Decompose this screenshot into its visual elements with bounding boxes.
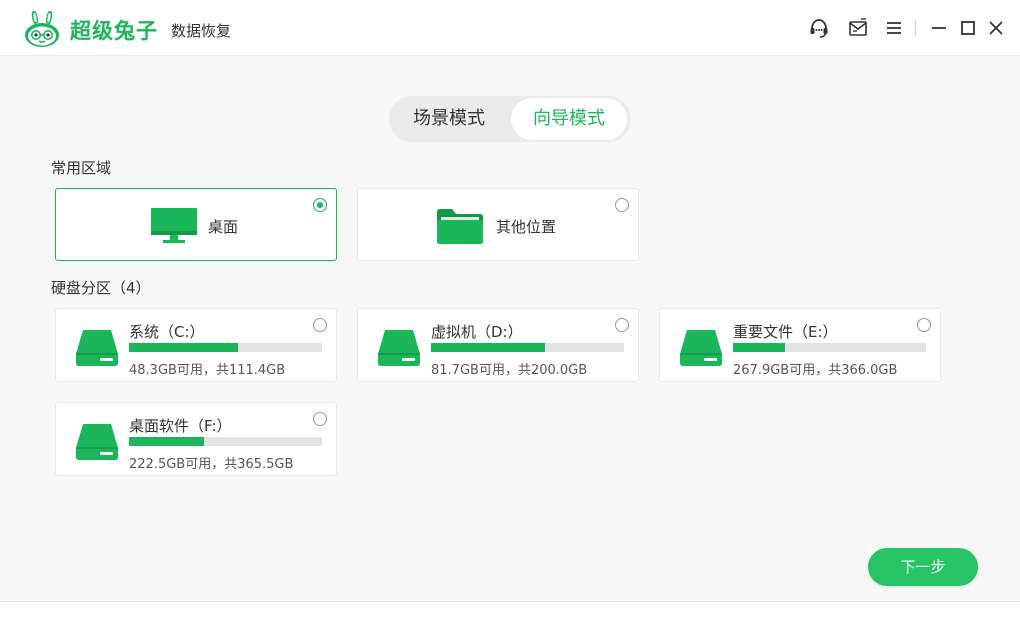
radio-desktop[interactable] [313,198,327,212]
title-bar: 超级兔子 数据恢复 [0,0,1020,56]
radio-drive-f[interactable] [313,412,327,426]
titlebar-separator [915,20,916,36]
drive-name: 桌面软件（F:） [129,417,232,435]
drive-usage-bar [129,343,322,352]
partitions-title: 硬盘分区（4） [51,279,151,297]
drive-usage-fill [431,343,546,352]
mode-switch: 场景模式 向导模式 [389,96,631,142]
drive-name: 重要文件（E:） [733,323,838,341]
radio-drive-e[interactable] [917,318,931,332]
common-area-title: 常用区域 [51,159,112,177]
drive-usage-fill [129,437,205,446]
close-icon[interactable] [982,14,1010,42]
hard-drive-icon [76,330,118,366]
support-icon[interactable] [805,14,833,42]
tab-scene-mode[interactable]: 场景模式 [393,98,505,140]
footer-bar [0,602,1020,639]
brand-subtitle: 数据恢复 [171,22,232,40]
hard-drive-icon [378,330,420,366]
rabbit-logo-icon [25,11,59,47]
folder-icon [437,209,483,244]
monitor-icon [151,208,197,243]
brand-name: 超级兔子 [70,18,158,43]
drive-usage-bar [733,343,926,352]
drive-name: 系统（C:） [129,323,205,341]
location-label-other: 其他位置 [496,218,557,236]
drive-usage-fill [733,343,785,352]
location-card-other[interactable]: 其他位置 [357,188,639,261]
drive-card-c[interactable]: 系统（C:） 48.3GB可用，共111.4GB [55,308,337,382]
maximize-icon[interactable] [954,14,982,42]
drive-usage-fill [129,343,239,352]
drive-card-d[interactable]: 虚拟机（D:） 81.7GB可用，共200.0GB [357,308,639,382]
tab-guide-mode[interactable]: 向导模式 [511,98,627,140]
drive-size-text: 267.9GB可用，共366.0GB [733,363,898,378]
radio-other[interactable] [615,198,629,212]
location-label-desktop: 桌面 [208,218,239,236]
drive-size-text: 48.3GB可用，共111.4GB [129,363,286,378]
drive-card-e[interactable]: 重要文件（E:） 267.9GB可用，共366.0GB [659,308,941,382]
drive-card-f[interactable]: 桌面软件（F:） 222.5GB可用，共365.5GB [55,402,337,476]
menu-icon[interactable] [880,14,908,42]
drive-size-text: 81.7GB可用，共200.0GB [431,363,588,378]
minimize-icon[interactable] [925,14,953,42]
drive-name: 虚拟机（D:） [431,323,523,341]
hard-drive-icon [680,330,722,366]
next-step-button[interactable]: 下一步 [868,548,978,586]
radio-drive-c[interactable] [313,318,327,332]
drive-size-text: 222.5GB可用，共365.5GB [129,457,294,472]
drive-usage-bar [431,343,624,352]
drive-usage-bar [129,437,322,446]
feedback-icon[interactable] [844,14,872,42]
hard-drive-icon [76,424,118,460]
location-card-desktop[interactable]: 桌面 [55,188,337,261]
radio-drive-d[interactable] [615,318,629,332]
